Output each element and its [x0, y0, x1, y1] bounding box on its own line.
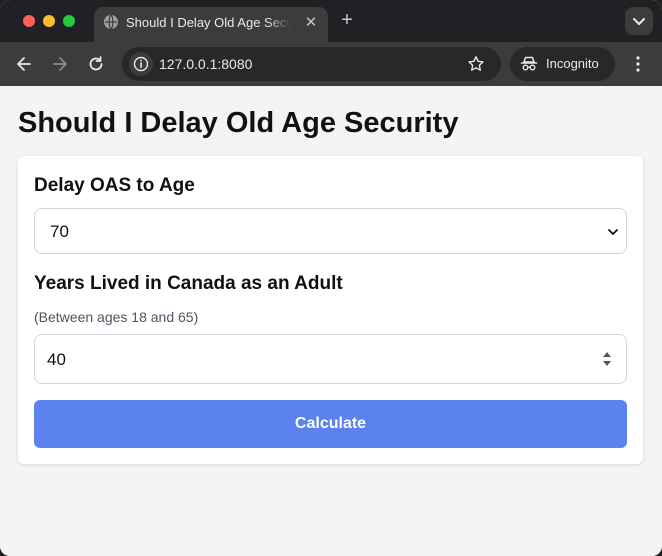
page-content: Should I Delay Old Age Security Delay OA…	[0, 86, 662, 556]
incognito-profile-button[interactable]: Incognito	[510, 47, 615, 81]
tab-strip: Should I Delay Old Age Security ✕ +	[0, 0, 662, 42]
delay-age-label: Delay OAS to Age	[34, 175, 195, 196]
maximize-window-button[interactable]	[63, 15, 75, 27]
years-in-canada-label: Years Lived in Canada as an Adult	[34, 273, 343, 294]
years-in-canada-value: 40	[47, 350, 66, 369]
info-icon	[133, 56, 149, 72]
close-window-button[interactable]	[23, 15, 35, 27]
years-in-canada-input[interactable]: 40	[34, 334, 627, 384]
tab-search-button[interactable]	[625, 7, 653, 35]
browser-window: Should I Delay Old Age Security ✕ +	[0, 0, 662, 556]
incognito-icon	[520, 56, 538, 71]
tab-title: Should I Delay Old Age Security	[126, 15, 291, 30]
address-bar[interactable]: 127.0.0.1:8080	[122, 47, 501, 81]
chevron-down-icon	[608, 229, 618, 235]
site-info-button[interactable]	[129, 52, 153, 76]
active-tab[interactable]: Should I Delay Old Age Security ✕	[94, 7, 328, 42]
more-menu-icon[interactable]	[628, 54, 648, 74]
years-in-canada-hint: (Between ages 18 and 65)	[34, 309, 199, 325]
bookmark-star-icon[interactable]	[467, 55, 485, 73]
browser-toolbar: 127.0.0.1:8080 Incognito	[0, 42, 662, 86]
number-spinner-icon[interactable]	[600, 348, 614, 370]
minimize-window-button[interactable]	[43, 15, 55, 27]
incognito-label: Incognito	[546, 56, 599, 71]
delay-age-selected-value: 70	[50, 222, 69, 241]
reload-icon[interactable]	[86, 54, 106, 74]
tab-close-icon[interactable]: ✕	[301, 13, 321, 33]
new-tab-button[interactable]: +	[336, 9, 358, 31]
page-title: Should I Delay Old Age Security	[18, 107, 459, 139]
url-text: 127.0.0.1:8080	[159, 56, 253, 72]
calculator-form-card: Delay OAS to Age 70 Years Lived in Canad…	[18, 156, 643, 464]
forward-arrow-icon[interactable]	[50, 54, 70, 74]
globe-icon	[104, 14, 118, 30]
calculate-button[interactable]: Calculate	[34, 400, 627, 448]
back-arrow-icon[interactable]	[14, 54, 34, 74]
chevron-down-icon	[633, 18, 645, 25]
delay-age-select[interactable]: 70	[34, 208, 627, 254]
